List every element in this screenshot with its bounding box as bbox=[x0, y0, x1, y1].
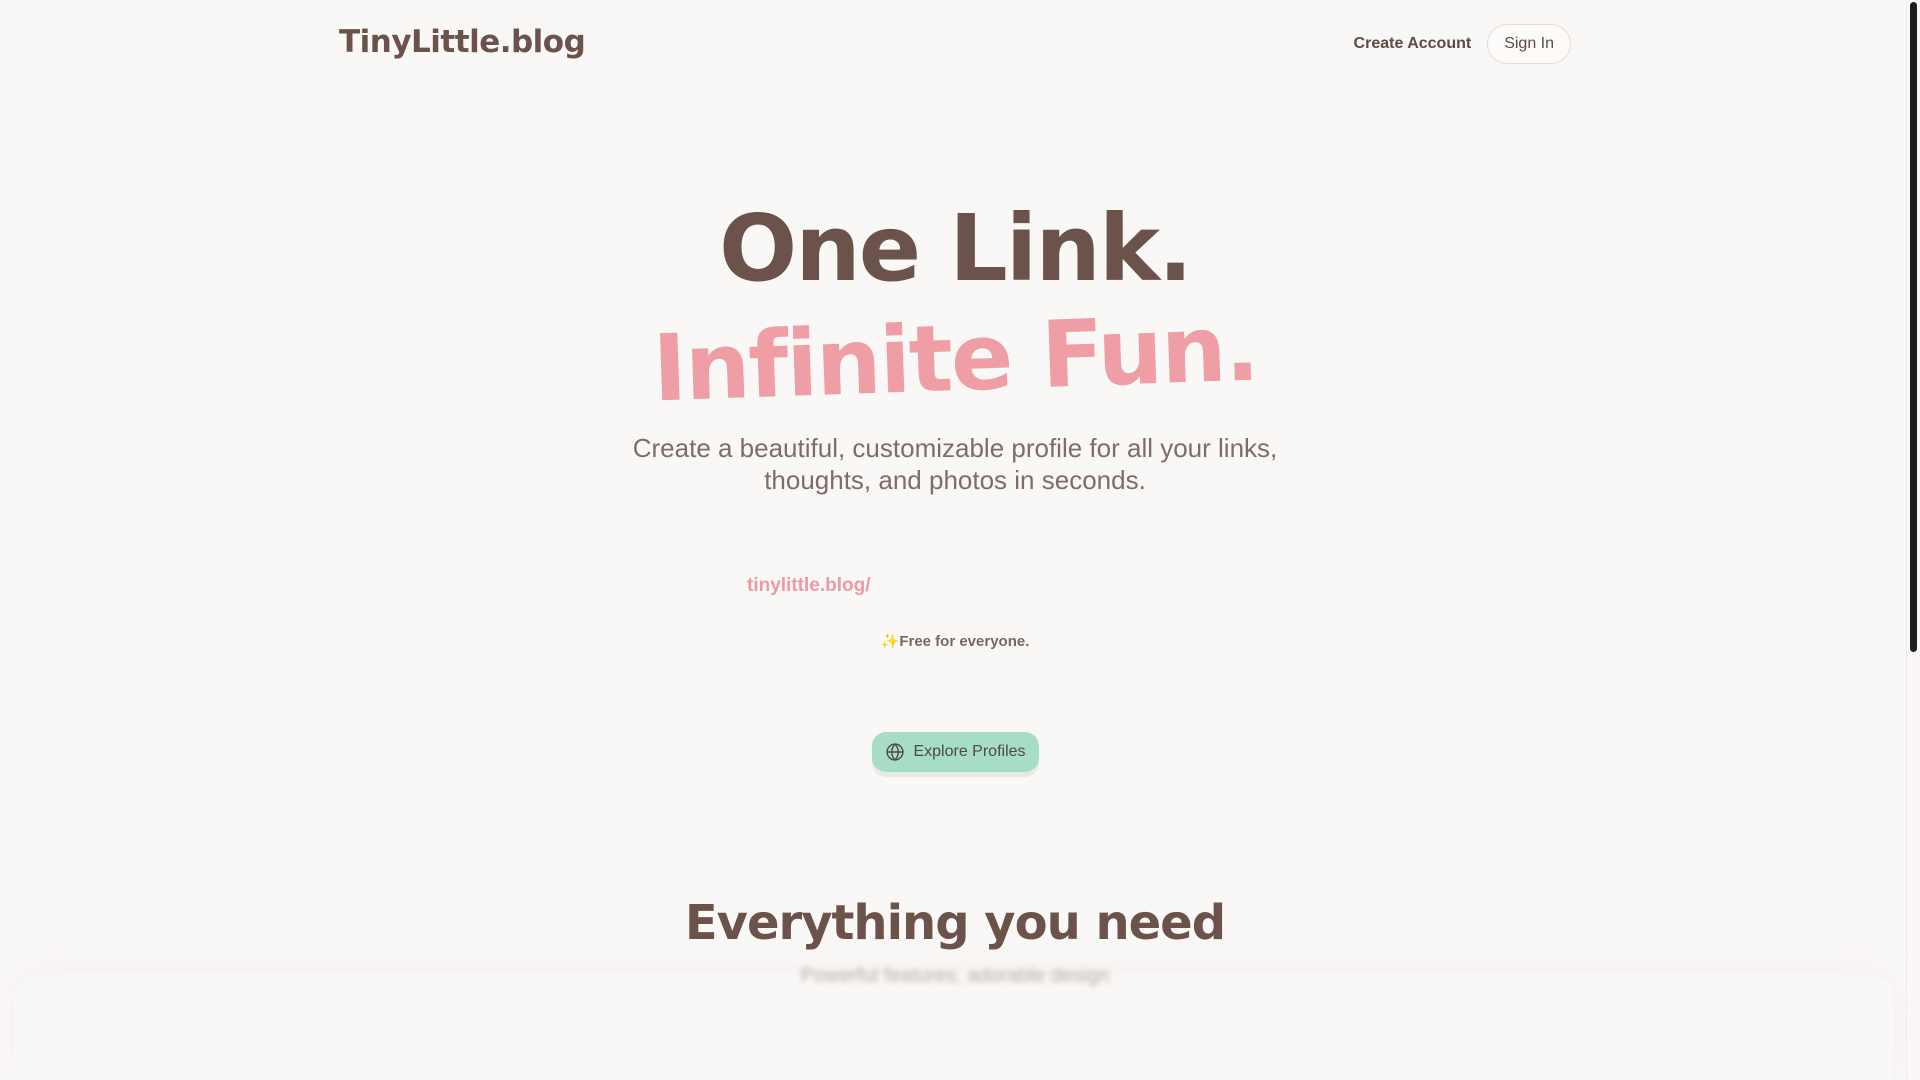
create-account-link[interactable]: Create Account bbox=[1354, 35, 1472, 53]
header-nav: Create Account Sign In bbox=[1354, 24, 1571, 64]
explore-profiles-label: Explore Profiles bbox=[913, 743, 1026, 760]
globe-icon bbox=[886, 743, 905, 761]
sign-in-button[interactable]: Sign In bbox=[1487, 24, 1571, 64]
free-note: ✨Free for everyone. bbox=[0, 632, 1910, 650]
page-scrollbar[interactable] bbox=[1906, 0, 1920, 1080]
hero-subtitle: Create a beautiful, customizable profile… bbox=[0, 432, 1910, 496]
explore-profiles-button[interactable]: Explore Profiles bbox=[872, 732, 1039, 772]
site-header: TinyLittle.blog Create Account Sign In bbox=[0, 0, 1906, 88]
username-claim-field[interactable]: tinylittle.blog/ bbox=[747, 575, 871, 597]
features-subtitle: Powerful features, adorable design bbox=[800, 965, 1110, 987]
hero-subtitle-line-two: thoughts, and photos in seconds. bbox=[764, 465, 1146, 495]
site-logo[interactable]: TinyLittle.blog bbox=[339, 24, 586, 60]
landing-page: TinyLittle.blog Create Account Sign In O… bbox=[0, 0, 1920, 1080]
scrollbar-thumb[interactable] bbox=[1910, 2, 1917, 652]
features-title: Everything you need bbox=[684, 895, 1226, 951]
url-prefix: tinylittle.blog/ bbox=[747, 575, 871, 596]
free-note-text: Free for everyone. bbox=[899, 633, 1030, 650]
hero-subtitle-line-one: Create a beautiful, customizable profile… bbox=[632, 433, 1278, 463]
features-card bbox=[14, 975, 1894, 1080]
sparkles-icon: ✨ bbox=[880, 633, 900, 650]
sign-in-label: Sign In bbox=[1504, 35, 1554, 52]
